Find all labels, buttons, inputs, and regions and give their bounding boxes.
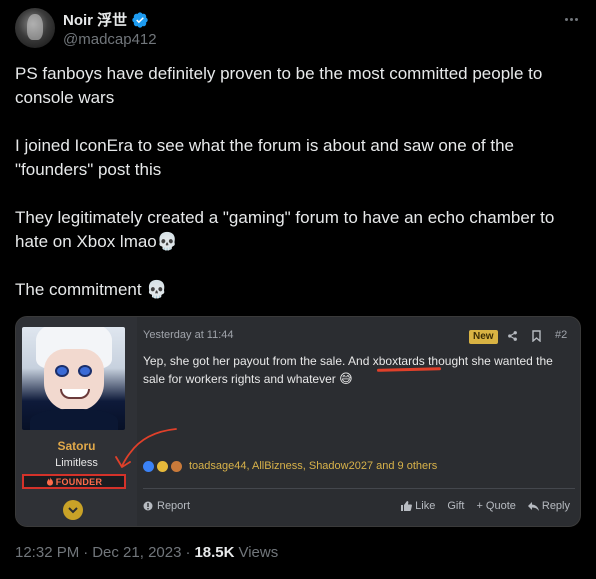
- author-name-row[interactable]: Noir 浮世: [63, 9, 149, 30]
- post-actions: Like Gift + Quote Reply: [401, 500, 570, 512]
- post-divider: [143, 488, 575, 489]
- reply-action: Reply: [527, 500, 570, 512]
- forum-user-avatar: [22, 327, 125, 430]
- flame-icon: [46, 477, 53, 486]
- attached-image[interactable]: Satoru Limitless FOUNDER Yesterday at 11…: [15, 316, 581, 527]
- meta-separator: ·: [185, 544, 191, 561]
- forum-post-body: Yep, she got her payout from the sale. A…: [143, 352, 568, 388]
- author-display-name[interactable]: Noir 浮世: [63, 9, 127, 30]
- tweet-time[interactable]: 12:32 PM: [15, 544, 79, 561]
- forum-post-text: Yep, she got her payout from the sale. A…: [143, 354, 373, 368]
- forum-user-panel: Satoru Limitless FOUNDER: [16, 317, 137, 526]
- quote-plus-icon: +: [476, 500, 483, 512]
- new-badge: New: [469, 330, 498, 344]
- forum-post-highlight: xboxtards: [372, 354, 425, 368]
- reactions-row: toadsage44, AllBizness, Shadow2027 and 9…: [143, 460, 437, 472]
- quote-label: Quote: [485, 500, 516, 512]
- reply-label: Reply: [541, 500, 570, 512]
- author-handle[interactable]: @madcap412: [63, 31, 157, 48]
- founder-badge-label: FOUNDER: [55, 476, 103, 487]
- more-icon[interactable]: [560, 8, 582, 30]
- tweet-paragraph: The commitment 💀: [15, 280, 168, 299]
- like-action: Like: [401, 500, 435, 512]
- forum-post-panel: Yesterday at 11:44 New #2 Yep, she got h…: [137, 317, 580, 526]
- views-label: Views: [238, 544, 279, 561]
- verified-badge-icon: [132, 11, 148, 28]
- tweet-date[interactable]: Dec 21, 2023: [92, 544, 181, 561]
- founder-badge: FOUNDER: [22, 474, 126, 489]
- report-action: Report: [143, 500, 190, 512]
- tweet-paragraph: They legitimately created a "gaming" for…: [15, 208, 555, 251]
- author-avatar[interactable]: [15, 8, 55, 48]
- views-count: 18.5K: [194, 544, 235, 561]
- forum-post-number: #2: [555, 329, 568, 341]
- meta-separator: ·: [83, 544, 89, 561]
- chevron-down-icon: [63, 500, 83, 520]
- red-arrow-annotation: [115, 428, 177, 468]
- tweet-meta: 12:32 PM · Dec 21, 2023 · 18.5K Views: [15, 544, 278, 561]
- share-icon: [508, 331, 517, 341]
- report-icon: [143, 501, 153, 511]
- report-label: Report: [157, 500, 191, 512]
- tweet-text: PS fanboys have definitely proven to be …: [15, 62, 581, 302]
- tweet-paragraph: PS fanboys have definitely proven to be …: [15, 64, 543, 107]
- sweat-smile-emoji: 😅: [339, 371, 353, 386]
- quote-action: + Quote: [476, 500, 515, 512]
- forum-post-time: Yesterday at 11:44: [143, 329, 234, 341]
- gift-label: Gift: [447, 500, 465, 512]
- bookmark-icon: [532, 330, 541, 342]
- tweet-paragraph: I joined IconEra to see what the forum i…: [15, 136, 514, 179]
- like-label: Like: [415, 500, 436, 512]
- like-icon: [401, 501, 413, 511]
- reply-icon: [527, 501, 539, 511]
- reaction-users: toadsage44, AllBizness, Shadow2027 and 9…: [189, 460, 438, 472]
- gift-action: Gift: [447, 500, 464, 512]
